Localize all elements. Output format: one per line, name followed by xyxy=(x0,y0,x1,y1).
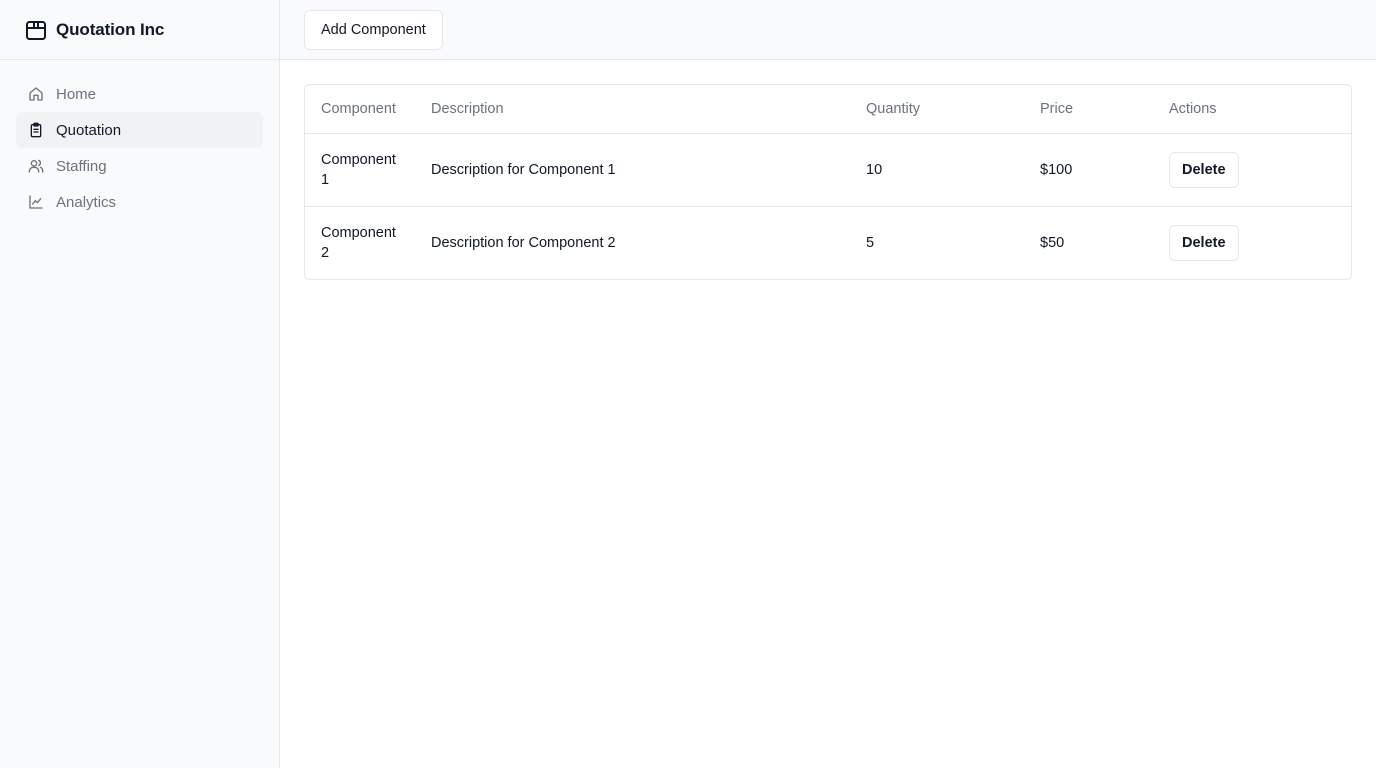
header-component: Component xyxy=(305,85,415,134)
cell-price: $50 xyxy=(1024,205,1153,279)
brand: Quotation Inc xyxy=(0,0,279,60)
cell-price: $100 xyxy=(1040,161,1073,178)
delete-button[interactable]: Delete xyxy=(1169,151,1239,188)
cell-component: Component 2 xyxy=(305,205,415,279)
cell-description: Description for Component 1 xyxy=(431,161,616,178)
chart-line-icon xyxy=(28,194,44,210)
sidebar: Quotation Inc Home Quotation Staffing An… xyxy=(0,0,280,768)
sidebar-nav: Home Quotation Staffing Analytics xyxy=(0,60,279,236)
cell-component: Component 1 xyxy=(321,151,396,188)
components-table: Component Description Quantity Price Act… xyxy=(305,85,1351,279)
app-shell: Quotation Inc Home Quotation Staffing An… xyxy=(0,0,1376,768)
table-header-row: Component Description Quantity Price Act… xyxy=(305,85,1351,134)
table-body: Component 1 Description for Component 1 … xyxy=(305,133,1351,279)
header-description: Description xyxy=(415,85,850,134)
header-price: Price xyxy=(1024,85,1153,134)
sidebar-item-analytics[interactable]: Analytics xyxy=(16,184,263,220)
users-icon xyxy=(28,158,44,174)
sidebar-item-label: Staffing xyxy=(56,157,107,175)
sidebar-item-staffing[interactable]: Staffing xyxy=(16,148,263,184)
package-icon xyxy=(24,18,48,42)
sidebar-item-label: Quotation xyxy=(56,121,122,139)
sidebar-item-label: Home xyxy=(56,85,97,103)
toolbar: Add Component xyxy=(280,0,1376,60)
table-row: Component 2 Description for Component 2 … xyxy=(305,205,1351,279)
add-component-button[interactable]: Add Component xyxy=(304,9,443,50)
cell-actions: Delete xyxy=(1153,205,1351,279)
header-quantity: Quantity xyxy=(850,85,1024,134)
components-table-card: Component Description Quantity Price Act… xyxy=(304,84,1352,280)
sidebar-item-home[interactable]: Home xyxy=(16,76,263,112)
cell-actions: Delete xyxy=(1153,133,1351,206)
brand-name: Quotation Inc xyxy=(56,19,165,39)
delete-button[interactable]: Delete xyxy=(1169,224,1239,261)
cell-quantity: 5 xyxy=(850,205,1024,279)
header-actions: Actions xyxy=(1153,85,1351,134)
cell-quantity: 10 xyxy=(866,161,883,178)
main-area: Add Component Component Description Quan… xyxy=(280,0,1376,768)
table-row: Component 1 Description for Component 1 … xyxy=(305,133,1351,206)
home-icon xyxy=(28,86,44,102)
content: Component Description Quantity Price Act… xyxy=(280,60,1376,304)
sidebar-item-quotation[interactable]: Quotation xyxy=(16,112,263,148)
sidebar-item-label: Analytics xyxy=(56,193,117,211)
table-header: Component Description Quantity Price Act… xyxy=(305,85,1351,134)
clipboard-icon xyxy=(28,122,44,138)
cell-description: Description for Component 2 xyxy=(415,205,850,279)
